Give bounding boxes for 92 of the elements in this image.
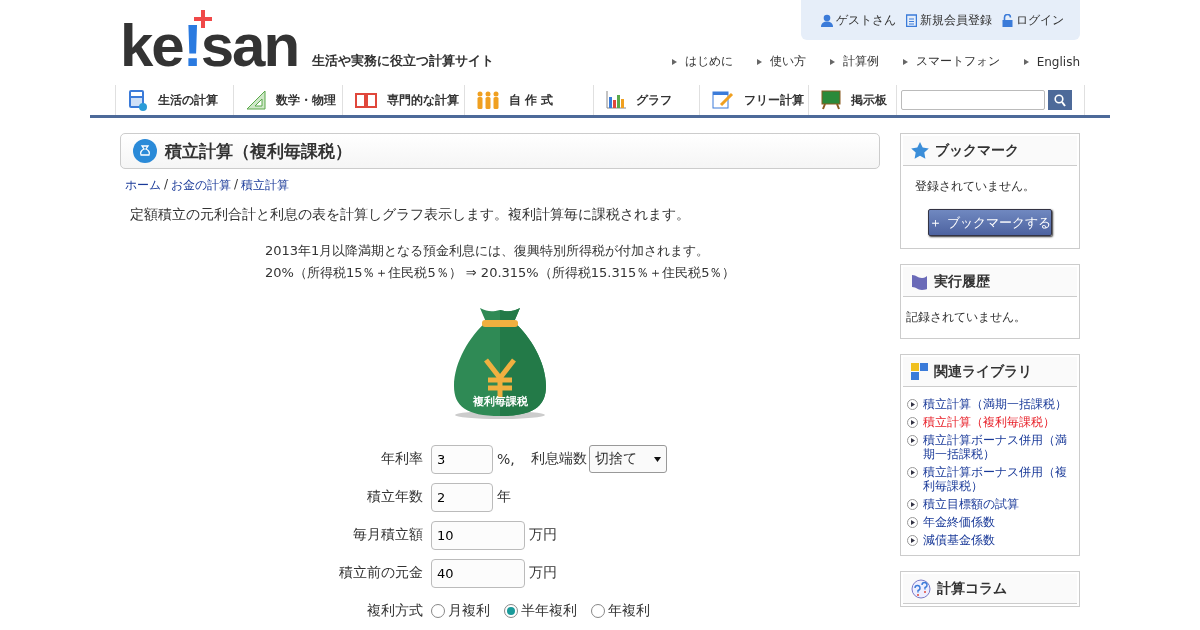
bullet-icon — [907, 417, 918, 428]
triangle-icon — [671, 58, 677, 65]
notepad-pencil-icon — [711, 91, 734, 109]
nav-tab[interactable]: 自 作 式 — [464, 85, 595, 115]
breadcrumb-link[interactable]: お金の計算 — [171, 177, 232, 194]
panel-message: 登録されていません。 — [915, 178, 1036, 195]
field-label: 毎月積立額 — [352, 526, 423, 544]
question-marks-icon — [911, 578, 931, 599]
number-input[interactable]: 3 — [431, 444, 493, 474]
unit-label: 年 — [497, 488, 511, 506]
library-link[interactable]: 積立計算（満期一括課税） — [923, 397, 1067, 411]
header-link[interactable]: 計算例 — [829, 53, 879, 70]
number-input[interactable]: 40 — [431, 558, 525, 588]
page-title: 積立計算（複利毎課税） — [165, 139, 352, 163]
nav-tab[interactable]: フリー計算 — [699, 85, 810, 115]
user-menu-link[interactable]: ゲストさん — [821, 11, 896, 29]
unit-label: 万円 — [529, 526, 557, 544]
bullet-icon — [907, 499, 918, 510]
header-link[interactable]: 使い方 — [756, 53, 806, 70]
library-link[interactable]: 積立計算（複利毎課税） — [923, 415, 1055, 429]
bullet-icon — [907, 517, 918, 528]
library-link[interactable]: 積立計算ボーナス併用（満期一括課税） — [923, 433, 1073, 461]
radio-button[interactable] — [504, 604, 518, 618]
breadcrumb-separator: / — [234, 177, 239, 193]
field-label: 年利率 — [380, 450, 423, 468]
bookmark-button[interactable]: ＋ ブックマークする — [928, 209, 1052, 236]
radio-option[interactable]: 年複利 — [591, 602, 650, 620]
search-button[interactable] — [1048, 90, 1072, 110]
bar-chart-icon — [606, 91, 627, 109]
header-link[interactable]: スマートフォン — [902, 53, 1000, 70]
radio-option[interactable]: 月複利 — [431, 602, 490, 620]
library-link[interactable]: 積立計算ボーナス併用（複利毎課税） — [923, 465, 1073, 493]
bullet-icon — [907, 535, 918, 546]
nav-tab[interactable]: 掲示板 — [809, 85, 897, 115]
nav-tab[interactable]: 専門的な計算 — [343, 85, 465, 115]
field-label: 積立年数 — [366, 488, 423, 506]
bullet-icon — [907, 399, 918, 410]
user-menu-link[interactable]: 新規会員登録 — [906, 11, 992, 29]
user-icon — [821, 13, 833, 27]
panel-title: 計算コラム — [937, 579, 1007, 598]
search-field[interactable] — [901, 90, 1045, 110]
clipboard-icon — [906, 13, 917, 27]
panel-title: 関連ライブラリ — [934, 362, 1032, 381]
user-menu-link[interactable]: ログイン — [1002, 11, 1064, 29]
money-bag-icon — [133, 139, 157, 163]
header-link[interactable]: はじめに — [671, 53, 733, 70]
field-label: 積立前の元金 — [338, 564, 423, 582]
site-tagline: 生活や実務に役立つ計算サイト — [312, 52, 495, 70]
library-link[interactable]: 積立目標額の試算 — [923, 497, 1019, 511]
caret-icon — [653, 456, 661, 462]
nav-tab[interactable]: 生活の計算 — [116, 85, 234, 115]
blackboard-icon — [821, 90, 842, 110]
bullet-icon — [907, 435, 918, 446]
nav-tab[interactable]: 数学・物理 — [233, 85, 344, 115]
triangle-icon — [902, 58, 908, 65]
site-logo[interactable]: ke!san — [120, 10, 299, 72]
search-icon — [1054, 93, 1066, 107]
squares-icon — [911, 363, 928, 380]
breadcrumb-separator: / — [164, 177, 169, 193]
lock-icon — [1002, 13, 1013, 27]
number-input[interactable]: 2 — [431, 482, 493, 512]
panel-title: ブックマーク — [935, 141, 1019, 160]
radio-button[interactable] — [591, 604, 605, 618]
rounding-select[interactable]: 切捨て — [588, 445, 667, 473]
panel-title: 実行履歴 — [934, 272, 990, 291]
number-input[interactable]: 10 — [431, 520, 525, 550]
unit-label: %, — [497, 451, 515, 467]
flag-icon — [911, 273, 928, 290]
triangle-icon — [829, 58, 835, 65]
nav-tab[interactable]: グラフ — [594, 85, 700, 115]
field-label: 利息端数 — [530, 450, 587, 468]
calculator-icon — [128, 89, 148, 111]
tax-notice: 2013年1月以降満期となる預金利息には、復興特別所得税が付加されます。 — [265, 242, 711, 260]
breadcrumb-link[interactable]: 積立計算 — [241, 177, 290, 194]
library-link[interactable]: 減債基金係数 — [923, 533, 995, 547]
library-link[interactable]: 年金終価係数 — [923, 515, 995, 529]
star-icon — [911, 142, 929, 159]
field-label: 複利方式 — [366, 602, 423, 620]
page-description: 定額積立の元利合計と利息の表を計算しグラフ表示します。複利計算毎に課税されます。 — [130, 206, 691, 224]
radio-button[interactable] — [431, 604, 445, 618]
header-link[interactable]: English — [1023, 53, 1080, 70]
triangle-ruler-icon — [245, 90, 266, 110]
open-book-icon — [355, 92, 378, 108]
tax-notice: 20%（所得税15％＋住民税5％） ⇒ 20.315%（所得税15.315％＋住民税5％） — [265, 264, 737, 282]
triangle-icon — [1023, 58, 1029, 65]
unit-label: 万円 — [529, 564, 557, 582]
people-icon — [476, 90, 499, 110]
triangle-icon — [756, 58, 762, 65]
bullet-icon — [907, 467, 918, 478]
breadcrumb-link[interactable]: ホーム — [125, 177, 161, 194]
radio-option[interactable]: 半年複利 — [504, 602, 577, 620]
panel-message: 記録されていません。 — [906, 309, 1027, 326]
